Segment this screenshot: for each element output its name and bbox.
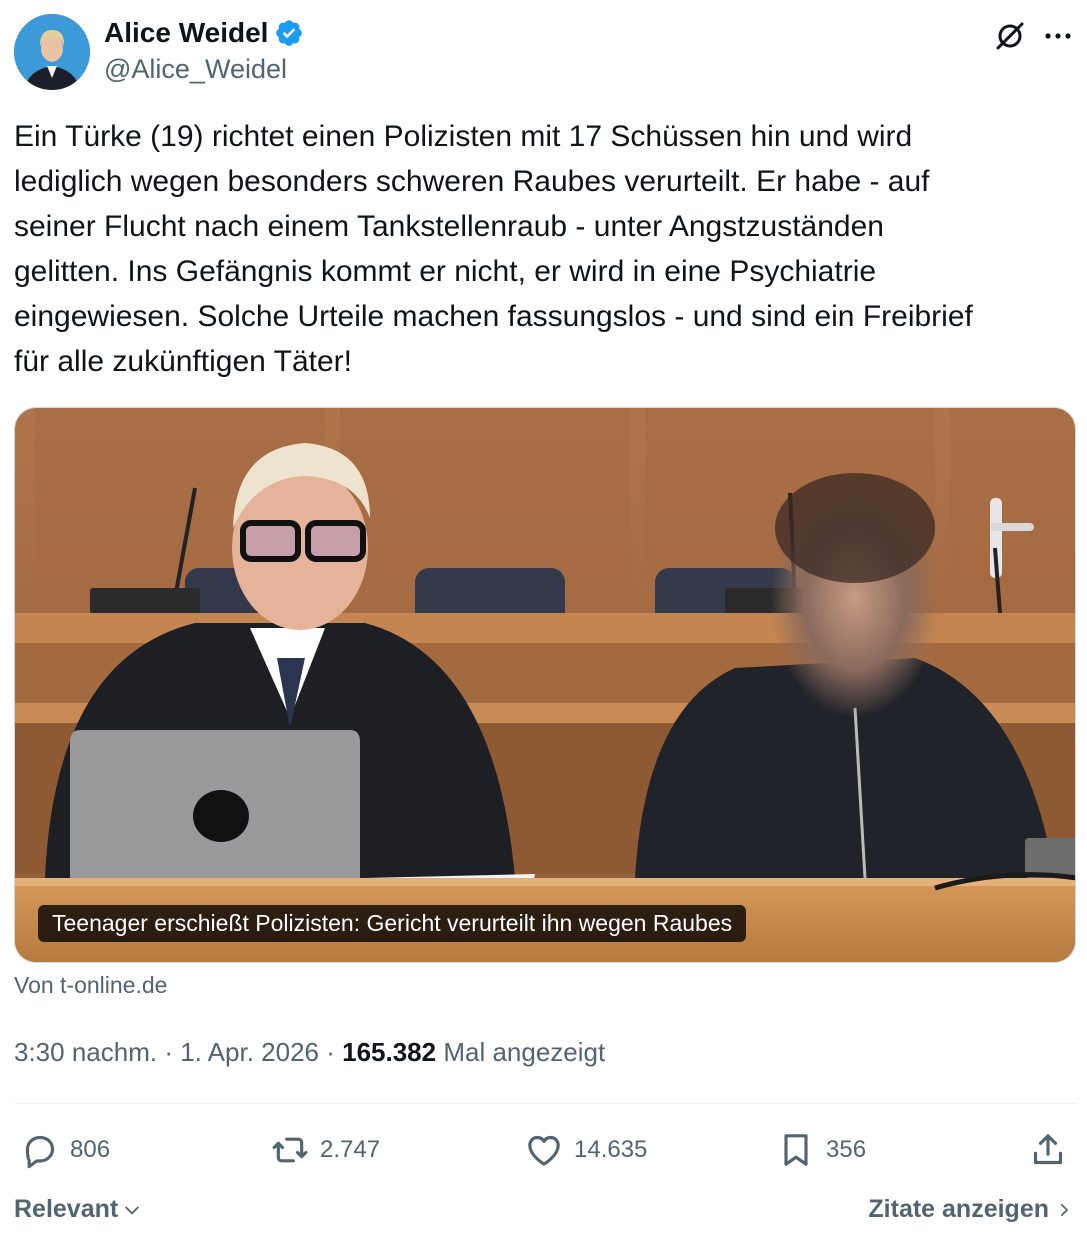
reply-button[interactable]: 806 <box>20 1126 110 1174</box>
bookmark-icon <box>784 1134 808 1166</box>
share-icon <box>1033 1134 1063 1165</box>
sort-dropdown[interactable]: Relevant <box>14 1195 142 1224</box>
sort-label: Relevant <box>14 1195 119 1223</box>
view-quotes-link[interactable]: Zitate anzeigen <box>868 1195 1073 1224</box>
share-button[interactable] <box>1028 1126 1068 1174</box>
display-name[interactable]: Alice Weidel <box>104 17 268 49</box>
repost-icon <box>272 1137 308 1163</box>
meta-separator: · <box>319 1037 343 1067</box>
like-button[interactable]: 14.635 <box>524 1126 647 1174</box>
courtroom-photo <box>15 408 1075 962</box>
divider <box>14 1103 1076 1104</box>
meta-separator: · <box>157 1037 181 1067</box>
chevron-down-icon <box>125 1206 139 1214</box>
link-card-image[interactable]: Teenager erschießt Polizisten: Gericht v… <box>14 407 1076 963</box>
tweet-header: Alice Weidel @Alice_Weidel <box>14 12 1076 92</box>
tweet-text: Ein Türke (19) richtet einen Polizisten … <box>14 120 973 378</box>
name-row: Alice Weidel <box>104 17 304 49</box>
link-source[interactable]: Von t-online.de <box>14 972 167 999</box>
tweet-date[interactable]: 1. Apr. 2026 <box>180 1037 319 1068</box>
reply-icon <box>25 1135 55 1169</box>
link-card-caption: Teenager erschießt Polizisten: Gericht v… <box>38 905 747 942</box>
avatar[interactable] <box>14 14 90 90</box>
bookmark-button[interactable]: 356 <box>776 1126 866 1174</box>
views-space <box>436 1037 443 1068</box>
heart-icon <box>528 1135 560 1166</box>
user-handle[interactable]: @Alice_Weidel <box>104 54 287 85</box>
views-label: Mal angezeigt <box>443 1037 606 1067</box>
more-icon[interactable] <box>1040 18 1076 54</box>
avatar-image <box>14 14 90 90</box>
views-count: 165.382 <box>342 1037 437 1067</box>
bookmark-count: 356 <box>826 1136 867 1163</box>
action-bar: 806 2.747 14.635 356 <box>14 1126 1076 1176</box>
chevron-right-icon <box>1060 1203 1068 1216</box>
repost-count: 2.747 <box>320 1136 381 1163</box>
verified-badge-icon[interactable] <box>274 18 304 48</box>
grok-icon[interactable] <box>992 18 1028 54</box>
like-count: 14.635 <box>574 1136 648 1163</box>
tweet-meta: 3:30 nachm. · 1. Apr. 2026 · 165.382 Mal… <box>14 1037 605 1068</box>
view-quotes-label: Zitate anzeigen <box>868 1195 1049 1223</box>
reply-count: 806 <box>70 1136 111 1163</box>
tweet-time[interactable]: 3:30 nachm. <box>14 1037 157 1068</box>
repost-button[interactable]: 2.747 <box>270 1126 380 1174</box>
